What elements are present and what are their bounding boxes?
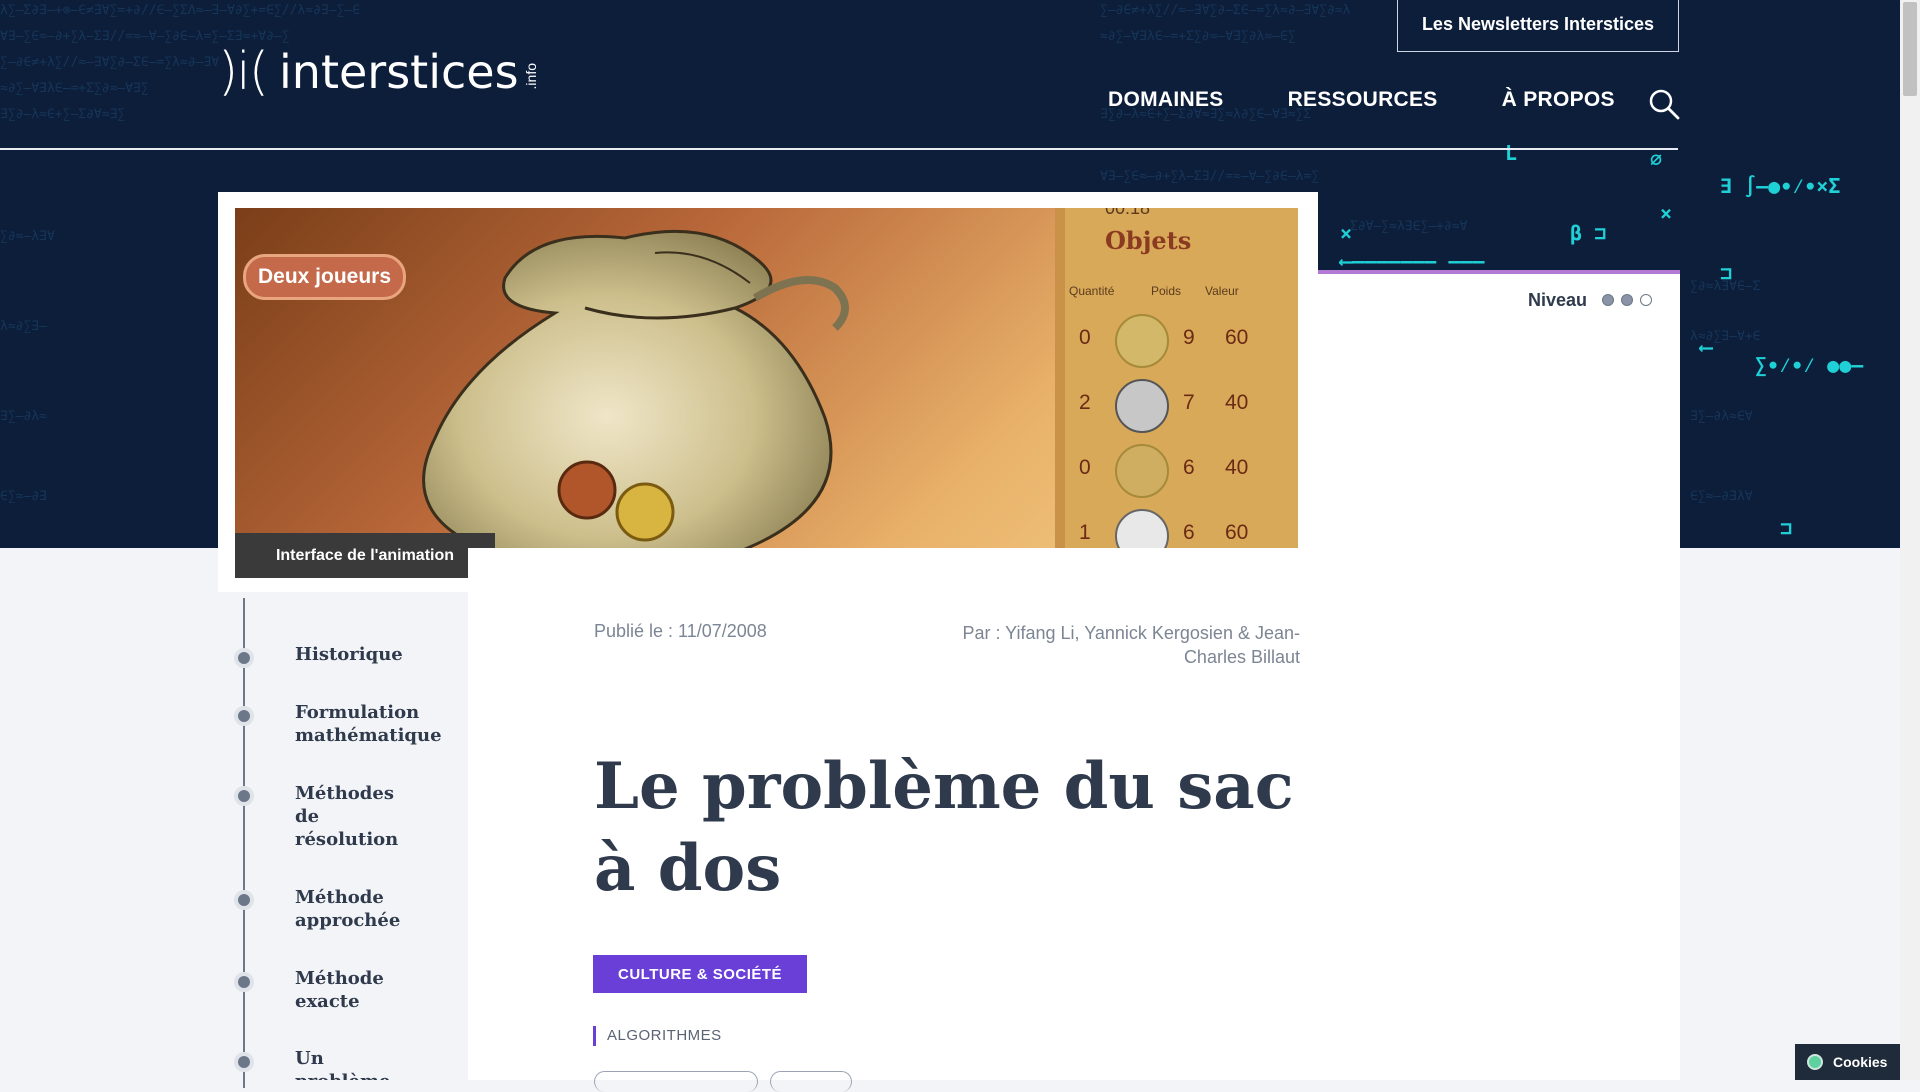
level-dot — [1602, 294, 1614, 306]
toc-item-historique[interactable]: Historique — [295, 643, 445, 666]
filter-pill[interactable] — [770, 1071, 852, 1092]
level-dot — [1640, 294, 1652, 306]
svg-text:∑—∂∈≠+λ∑//≈—∃∀∑∂—Σ∈—=∑λ≈∂—∃∀: ∑—∂∈≠+λ∑//≈—∃∀∑∂—Σ∈—=∑λ≈∂—∃∀ — [0, 55, 219, 70]
svg-text:∃ ∫—●∙⁄∙×Σ: ∃ ∫—●∙⁄∙×Σ — [1720, 174, 1840, 198]
nav-item-a-propos[interactable]: À PROPOS — [1502, 88, 1615, 112]
svg-text:L: L — [1505, 141, 1517, 165]
svg-text:≈∂∑—∀∃λ∈—=+Σ∑∂≈—∀∃∑∂λ≈—∈∑: ≈∂∑—∀∃λ∈—=+Σ∑∂≈—∀∃∑∂λ≈—∈∑ — [1100, 29, 1296, 44]
toc-item-approchee[interactable]: Méthode approchée — [295, 886, 405, 932]
svg-text:λ≈∂∑∃—: λ≈∂∑∃— — [0, 319, 47, 334]
svg-text:⨯: ⨯ — [1660, 201, 1672, 225]
objects-panel-title: Objets — [1105, 226, 1192, 255]
logo-wordmark: interstices — [279, 45, 519, 99]
toc-bullet-icon — [234, 972, 254, 992]
svg-text:⊐: ⊐ — [1780, 516, 1792, 540]
object-row: 2 7 40 — [1075, 373, 1285, 433]
cookies-button[interactable]: Cookies — [1795, 1044, 1900, 1080]
svg-text:∃∑—∂λ≈∈∀: ∃∑—∂λ≈∈∀ — [1690, 409, 1753, 424]
object-quantity: 0 — [1079, 326, 1091, 349]
toc-bullet-icon — [234, 786, 254, 806]
toc-bullet-icon — [234, 706, 254, 726]
svg-text:∑∂≈—λ∃∀: ∑∂≈—λ∃∀ — [0, 229, 55, 244]
bronze-coin-icon — [1115, 444, 1169, 498]
level-label: Niveau — [1528, 290, 1588, 310]
toc-bullet-icon — [234, 890, 254, 910]
svg-text:∈∑≈—∂∃: ∈∑≈—∂∃ — [0, 489, 47, 504]
level-card — [1318, 270, 1680, 1080]
timer-text: 00:18 — [1105, 208, 1151, 218]
silver-coin-icon — [1115, 379, 1169, 433]
filter-pill[interactable] — [594, 1071, 758, 1092]
svg-text:⨯: ⨯ — [1340, 221, 1352, 245]
article-authors: Par : Yifang Li, Yannick Kergosien & Jea… — [962, 623, 1300, 667]
site-logo[interactable]: )i( interstices .info — [218, 46, 539, 98]
image-caption: Interface de l'animation — [235, 533, 495, 578]
toc-bullet-icon — [234, 1052, 254, 1072]
scrollbar-thumb[interactable] — [1903, 2, 1917, 96]
tag-link[interactable]: ALGORITHMES — [593, 1026, 722, 1046]
header-divider — [0, 148, 1678, 150]
svg-text:∀∃—∑∈≈—∂+∑λ—Σ∃//=≈—∀—∑∂∈—λ=∑: ∀∃—∑∈≈—∂+∑λ—Σ∃//=≈—∀—∑∂∈—λ=∑ — [1100, 169, 1319, 184]
svg-text:Σ∂∀—∑≈λ∃∈∑—+∂≈∀: Σ∂∀—∑≈λ∃∈∑—+∂≈∀ — [1350, 219, 1468, 234]
cookie-status-icon — [1807, 1054, 1823, 1070]
search-icon[interactable] — [1648, 88, 1680, 120]
toc-item-un-probleme[interactable]: Un problème — [295, 1047, 405, 1080]
object-row: 0 9 60 — [1075, 308, 1285, 368]
logo-mark: )i( — [218, 42, 269, 102]
knapsack-animation-image: Deux joueurs 00:18 Objets Quantité Poids… — [235, 208, 1298, 578]
objects-panel: 00:18 Objets Quantité Poids Valeur 0 9 6… — [1055, 208, 1298, 578]
toc-item-formulation[interactable]: Formulation mathématique — [295, 701, 445, 747]
object-value: 60 — [1225, 521, 1249, 544]
toc-bullet-icon — [234, 648, 254, 668]
toc-timeline — [243, 598, 245, 1088]
level-card-accent — [1318, 270, 1680, 274]
object-value: 40 — [1225, 391, 1249, 414]
category-button[interactable]: CULTURE & SOCIÉTÉ — [593, 955, 808, 993]
level-dot — [1621, 294, 1633, 306]
object-quantity: 0 — [1079, 456, 1091, 479]
object-weight: 7 — [1183, 391, 1195, 414]
newsletter-link[interactable]: Les Newsletters Interstices — [1397, 0, 1679, 52]
svg-text:≈∂∑—∀∃λ∈—=+Σ∑∂≈—∀∃∑: ≈∂∑—∀∃λ∈—=+Σ∑∂≈—∀∃∑ — [0, 81, 149, 96]
svg-text:∈∑≈—∂∃λ∀: ∈∑≈—∂∃λ∀ — [1690, 489, 1753, 504]
svg-text:β ⊐: β ⊐ — [1570, 221, 1606, 245]
game-mode-badge: Deux joueurs — [243, 254, 407, 300]
svg-text:⟵: ⟵ — [1699, 335, 1714, 359]
publish-date: Publié le : 11/07/2008 — [594, 621, 767, 641]
cookies-label: Cookies — [1833, 1054, 1888, 1070]
svg-text:∑—∂∈≠+λ∑//≈—∃∀∑∂—Σ∈—=∑λ≈∂—∃∀∑∂: ∑—∂∈≠+λ∑//≈—∃∀∑∂—Σ∈—=∑λ≈∂—∃∀∑∂≈λ — [1100, 3, 1351, 18]
svg-text:⊐: ⊐ — [1720, 261, 1732, 285]
toc-item-methodes[interactable]: Méthodes de résolution — [295, 782, 405, 851]
svg-text:λ∑—Σ∂∃—+⊗—∈≠∃∀∑=+∂//∈—∑ΣΛ≈—∃—∀: λ∑—Σ∂∃—+⊗—∈≠∃∀∑=+∂//∈—∑ΣΛ≈—∃—∀∂∑+=∈∑//λ≈… — [0, 3, 360, 18]
main-nav: DOMAINES RESSOURCES À PROPOS — [1108, 88, 1615, 112]
page-title: Le problème du sac à dos — [594, 749, 1294, 906]
svg-text:∃∑—∂λ≈: ∃∑—∂λ≈ — [0, 409, 47, 424]
object-value: 40 — [1225, 456, 1249, 479]
svg-text:∑∙⁄∙⁄ ●●—: ∑∙⁄∙⁄ ●●— — [1755, 353, 1864, 377]
svg-text:∅: ∅ — [1650, 147, 1662, 171]
header-quantite: Quantité — [1069, 284, 1115, 298]
header-valeur: Valeur — [1205, 284, 1239, 298]
logo-suffix: .info — [522, 62, 539, 90]
nav-item-domaines[interactable]: DOMAINES — [1108, 88, 1224, 112]
object-value: 60 — [1225, 326, 1249, 349]
object-quantity: 2 — [1079, 391, 1091, 414]
object-row: 0 6 40 — [1075, 438, 1285, 498]
object-weight: 6 — [1183, 456, 1195, 479]
toc-item-exacte[interactable]: Méthode exacte — [295, 967, 405, 1013]
object-weight: 6 — [1183, 521, 1195, 544]
nav-item-ressources[interactable]: RESSOURCES — [1288, 88, 1438, 112]
object-weight: 9 — [1183, 326, 1195, 349]
scrollbar-track[interactable] — [1900, 0, 1920, 1080]
header-poids: Poids — [1151, 284, 1182, 298]
svg-text:∃∑∂—λ≈∈+∑—Σ∂∀≈∃∑: ∃∑∂—λ≈∈+∑—Σ∂∀≈∃∑ — [0, 107, 125, 122]
object-quantity: 1 — [1079, 521, 1091, 544]
gold-coin-icon — [1115, 314, 1169, 368]
